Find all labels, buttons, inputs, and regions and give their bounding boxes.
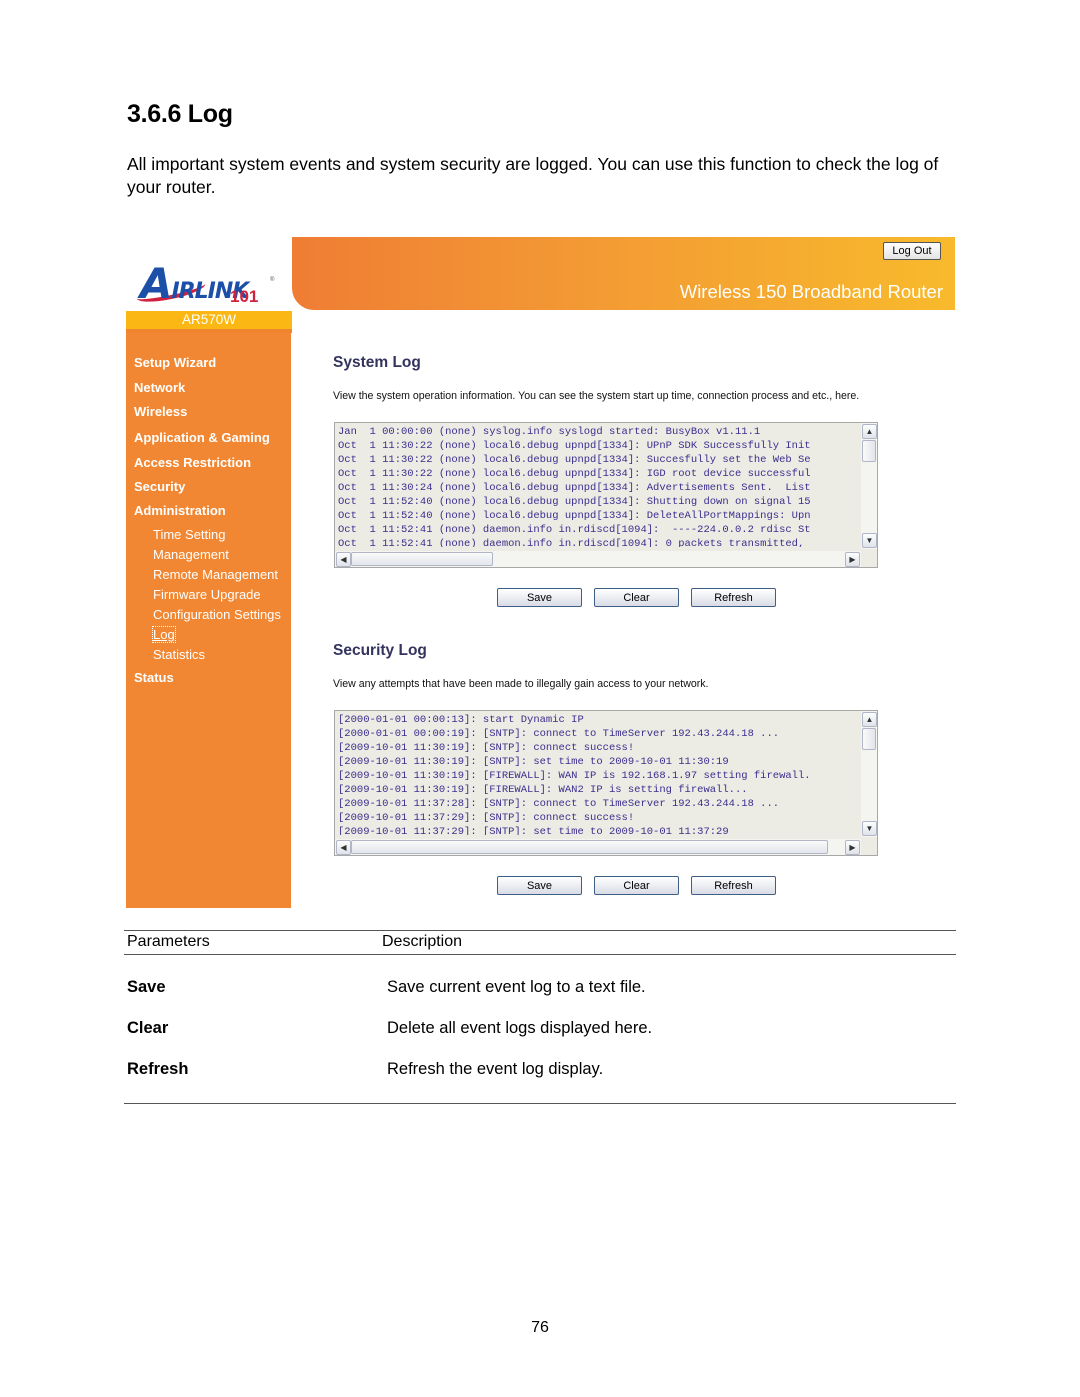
sidebar-subitem-time-setting[interactable]: Time Setting bbox=[153, 527, 226, 542]
log-line: [2009-10-01 11:30:19]: [FIREWALL]: WAN2 … bbox=[338, 784, 748, 796]
log-line: Jan 1 00:00:00 (none) syslog.info syslog… bbox=[338, 426, 761, 438]
security-log-description: View any attempts that have been made to… bbox=[333, 678, 709, 690]
sidebar-item-application-gaming[interactable]: Application & Gaming bbox=[134, 430, 270, 445]
scroll-up-icon[interactable]: ▲ bbox=[862, 712, 877, 727]
log-line: [2000-01-01 00:00:13]: start Dynamic IP bbox=[338, 714, 584, 726]
sidebar-subitem-firmware-upgrade[interactable]: Firmware Upgrade bbox=[153, 587, 261, 602]
scroll-corner bbox=[861, 839, 877, 855]
scroll-right-icon[interactable]: ▶ bbox=[845, 840, 860, 855]
scroll-thumb[interactable] bbox=[862, 728, 876, 750]
page-number: 76 bbox=[531, 1319, 549, 1336]
header-description: Description bbox=[382, 933, 463, 950]
security-log-textarea[interactable]: [2000-01-01 00:00:13]: start Dynamic IP [… bbox=[334, 710, 878, 856]
logout-button[interactable]: Log Out bbox=[883, 242, 941, 260]
sidebar-nav: Setup Wizard Network Wireless Applicatio… bbox=[126, 333, 291, 908]
system-log-horizontal-scrollbar[interactable]: ◀ ▶ bbox=[335, 551, 861, 567]
table-rule bbox=[124, 930, 956, 931]
logo-letter: A bbox=[140, 259, 173, 308]
security-log-title: Security Log bbox=[333, 642, 427, 659]
log-line: [2009-10-01 11:30:19]: [FIREWALL]: WAN I… bbox=[338, 770, 811, 782]
param-name: Refresh bbox=[127, 1060, 189, 1078]
scroll-corner bbox=[861, 551, 877, 567]
sidebar-item-access-restriction[interactable]: Access Restriction bbox=[134, 455, 251, 470]
log-line: Oct 1 11:30:22 (none) local6.debug upnpd… bbox=[338, 454, 811, 466]
scroll-down-icon[interactable]: ▼ bbox=[862, 533, 877, 548]
system-log-clear-button[interactable]: Clear bbox=[594, 588, 679, 607]
security-log-clear-button[interactable]: Clear bbox=[594, 876, 679, 895]
security-log-save-button[interactable]: Save bbox=[497, 876, 582, 895]
sidebar-item-status[interactable]: Status bbox=[134, 670, 174, 685]
param-description: Refresh the event log display. bbox=[387, 1060, 604, 1078]
param-name: Save bbox=[127, 978, 166, 996]
security-log-horizontal-scrollbar[interactable]: ◀ ▶ bbox=[335, 839, 861, 855]
scroll-up-icon[interactable]: ▲ bbox=[862, 424, 877, 439]
param-description: Save current event log to a text file. bbox=[387, 978, 646, 996]
log-line: Oct 1 11:30:24 (none) local6.debug upnpd… bbox=[338, 482, 811, 494]
intro-paragraph: All important system events and system s… bbox=[127, 154, 939, 197]
param-description: Delete all event logs displayed here. bbox=[387, 1019, 653, 1037]
log-line: [2009-10-01 11:37:28]: [SNTP]: connect t… bbox=[338, 798, 780, 810]
system-log-title: System Log bbox=[333, 354, 421, 371]
system-log-refresh-button[interactable]: Refresh bbox=[691, 588, 776, 607]
log-line: Oct 1 11:30:22 (none) local6.debug upnpd… bbox=[338, 440, 811, 452]
security-log-refresh-button[interactable]: Refresh bbox=[691, 876, 776, 895]
log-line: [2009-10-01 11:37:29]: [SNTP]: set time … bbox=[338, 826, 729, 835]
sidebar-subitem-configuration-settings[interactable]: Configuration Settings bbox=[153, 607, 281, 622]
sidebar-subitem-management[interactable]: Management bbox=[153, 547, 229, 562]
system-log-description: View the system operation information. Y… bbox=[333, 390, 860, 402]
sidebar-item-setup-wizard[interactable]: Setup Wizard bbox=[134, 355, 216, 370]
section-heading: 3.6.6 Log bbox=[127, 100, 233, 128]
logo-number: 101 bbox=[230, 287, 259, 306]
sidebar-item-wireless[interactable]: Wireless bbox=[134, 404, 187, 419]
param-name: Clear bbox=[127, 1019, 169, 1037]
log-line: Oct 1 11:52:41 (none) daemon.info in.rdi… bbox=[338, 524, 811, 536]
scroll-down-icon[interactable]: ▼ bbox=[862, 821, 877, 836]
sidebar-subitem-statistics[interactable]: Statistics bbox=[153, 647, 205, 662]
system-log-save-button[interactable]: Save bbox=[497, 588, 582, 607]
sidebar-item-administration[interactable]: Administration bbox=[134, 503, 226, 518]
router-title: Wireless 150 Broadband Router bbox=[679, 281, 943, 302]
header-parameters: Parameters bbox=[127, 933, 210, 950]
system-log-textarea[interactable]: Jan 1 00:00:00 (none) syslog.info syslog… bbox=[334, 422, 878, 568]
scroll-thumb[interactable] bbox=[351, 840, 828, 854]
scroll-left-icon[interactable]: ◀ bbox=[336, 840, 351, 855]
sidebar-item-security[interactable]: Security bbox=[134, 479, 185, 494]
table-rule bbox=[124, 1103, 956, 1104]
sidebar-subitem-remote-management[interactable]: Remote Management bbox=[153, 567, 278, 582]
log-line: Oct 1 11:52:40 (none) local6.debug upnpd… bbox=[338, 510, 811, 522]
sidebar-item-network[interactable]: Network bbox=[134, 380, 185, 395]
log-line: Oct 1 11:52:41 (none) daemon.info in.rdi… bbox=[338, 538, 805, 547]
system-log-content: Jan 1 00:00:00 (none) syslog.info syslog… bbox=[338, 425, 860, 547]
registered-mark: ® bbox=[270, 277, 275, 283]
log-line: [2009-10-01 11:30:19]: [SNTP]: set time … bbox=[338, 756, 729, 768]
log-line: [2009-10-01 11:37:29]: [SNTP]: connect s… bbox=[338, 812, 635, 824]
scroll-thumb[interactable] bbox=[862, 440, 876, 462]
system-log-vertical-scrollbar[interactable]: ▲ ▼ bbox=[861, 423, 877, 549]
scroll-left-icon[interactable]: ◀ bbox=[336, 552, 351, 567]
header-banner: Log Out Wireless 150 Broadband Router bbox=[292, 237, 955, 310]
scroll-right-icon[interactable]: ▶ bbox=[845, 552, 860, 567]
sidebar-subitem-log[interactable]: Log bbox=[152, 626, 176, 643]
model-label: AR570W bbox=[126, 311, 292, 329]
router-ui-screenshot: AIRLINK ® 101 AR570W Log Out Wireless 15… bbox=[126, 237, 955, 908]
security-log-vertical-scrollbar[interactable]: ▲ ▼ bbox=[861, 711, 877, 837]
airlink-logo: AIRLINK ® 101 bbox=[126, 237, 292, 311]
scroll-thumb[interactable] bbox=[351, 552, 493, 566]
log-line: [2000-01-01 00:00:19]: [SNTP]: connect t… bbox=[338, 728, 780, 740]
log-line: [2009-10-01 11:30:19]: [SNTP]: connect s… bbox=[338, 742, 635, 754]
security-log-content: [2000-01-01 00:00:13]: start Dynamic IP [… bbox=[338, 713, 860, 835]
table-rule bbox=[124, 954, 956, 955]
log-line: Oct 1 11:52:40 (none) local6.debug upnpd… bbox=[338, 496, 811, 508]
log-line: Oct 1 11:30:22 (none) local6.debug upnpd… bbox=[338, 468, 811, 480]
